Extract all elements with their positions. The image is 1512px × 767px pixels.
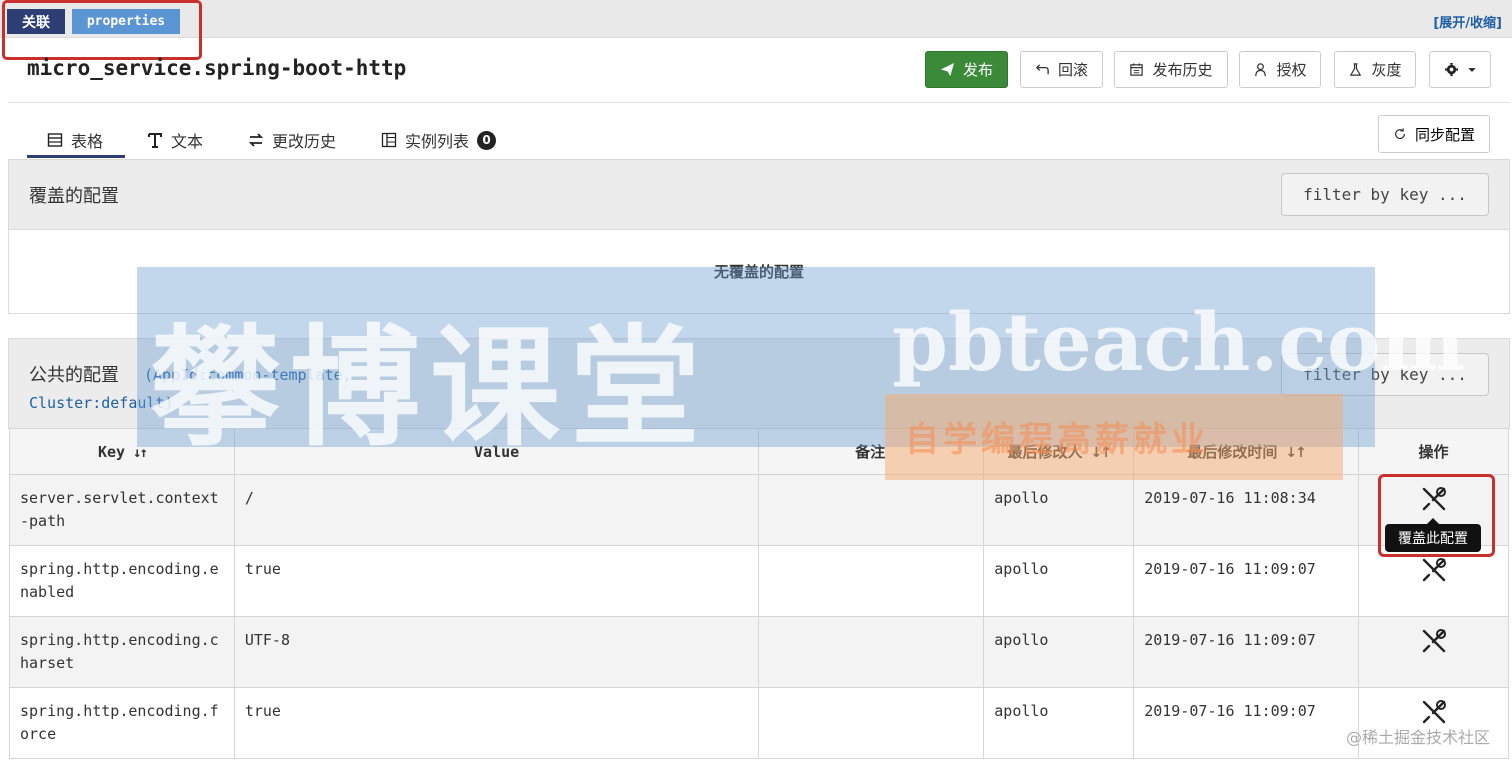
user-icon (1255, 63, 1267, 77)
tab-change-history[interactable]: 更改历史 (248, 128, 336, 152)
text-icon (148, 133, 162, 148)
cell-key: spring.http.encoding.charset (9, 616, 235, 688)
header-modify-time[interactable]: 最后修改时间 ↓↑ (1133, 428, 1360, 475)
table-row: spring.http.encoding.enabled true apollo… (9, 545, 1509, 617)
cell-comment (758, 545, 985, 617)
tab-instance-list[interactable]: 实例列表 0 (381, 128, 497, 152)
cell-key: server.servlet.context-path (9, 474, 235, 546)
public-panel-cluster: Cluster:default) (29, 394, 174, 412)
caret-down-icon (1467, 67, 1476, 72)
publish-history-button[interactable]: 发布历史 (1114, 51, 1228, 88)
sort-icon: ↓↑ (1090, 445, 1113, 461)
tab-text[interactable]: 文本 (147, 128, 203, 152)
settings-dropdown-button[interactable] (1429, 51, 1491, 88)
tab-change-history-label: 更改历史 (272, 132, 337, 151)
wrench-screwdriver-icon (1422, 700, 1446, 724)
cell-modifier: apollo (983, 687, 1135, 759)
table-header-row: Key ↓↑ Value 备注 最后修改人 ↓↑ 最后修改时间 ↓↑ 操作 (9, 428, 1509, 475)
header-modify-time-label: 最后修改时间 (1187, 443, 1278, 461)
override-panel-title: 覆盖的配置 (29, 186, 119, 207)
instance-list-icon (381, 132, 397, 148)
cell-time: 2019-07-16 11:09:07 (1133, 545, 1360, 617)
cell-comment (758, 474, 985, 546)
gear-icon (1444, 62, 1458, 77)
namespace-title: micro_service.spring-boot-http (27, 56, 407, 80)
publish-history-label: 发布历史 (1152, 62, 1213, 79)
header-divider (8, 102, 1510, 103)
cell-key: spring.http.encoding.enabled (9, 545, 235, 617)
rollback-label: 回滚 (1057, 62, 1088, 79)
gray-release-label: 灰度 (1371, 62, 1402, 79)
override-config-button[interactable] (1358, 545, 1509, 617)
public-filter-input[interactable]: filter by key ... (1281, 353, 1489, 396)
override-config-button[interactable] (1358, 616, 1509, 688)
table-icon (47, 133, 63, 147)
highlight-box-labels (2, 0, 202, 60)
override-tooltip: 覆盖此配置 (1385, 518, 1481, 552)
table-row: server.servlet.context-path / apollo 201… (9, 474, 1509, 546)
paper-plane-icon (940, 62, 955, 77)
exchange-icon (248, 133, 264, 147)
header-modifier-label: 最后修改人 (1007, 443, 1083, 461)
expand-collapse-link[interactable]: [展开/收缩] (1433, 12, 1502, 31)
publish-button[interactable]: 发布 (925, 51, 1008, 88)
instance-count-badge: 0 (477, 130, 497, 150)
public-panel-appid: (AppId:common-template, (144, 366, 352, 384)
rollback-icon (1035, 64, 1049, 75)
cell-comment (758, 687, 985, 759)
cell-key: spring.http.encoding.force (9, 687, 235, 759)
flask-icon (1350, 63, 1362, 76)
cell-time: 2019-07-16 11:09:07 (1133, 687, 1360, 759)
override-panel-body: 无覆盖的配置 (8, 230, 1510, 314)
cell-time: 2019-07-16 11:09:07 (1133, 616, 1360, 688)
sort-icon: ↓↑ (133, 444, 148, 461)
cell-modifier: apollo (983, 474, 1135, 546)
public-panel-header: 公共的配置 (AppId:common-template, Cluster:de… (8, 338, 1510, 429)
cell-time: 2019-07-16 11:08:34 (1133, 474, 1360, 546)
sync-config-button[interactable]: 同步配置 (1378, 115, 1490, 153)
tab-active-indicator (27, 155, 125, 158)
sync-config-label: 同步配置 (1414, 126, 1475, 144)
header-operation: 操作 (1358, 428, 1509, 475)
cell-value: UTF-8 (233, 616, 760, 688)
sort-icon: ↓↑ (1285, 445, 1307, 461)
tab-instance-list-label: 实例列表 (405, 132, 470, 151)
tab-table-label: 表格 (71, 132, 104, 151)
tab-text-label: 文本 (171, 132, 204, 151)
wrench-screwdriver-icon (1422, 629, 1446, 653)
authorize-button[interactable]: 授权 (1239, 51, 1321, 88)
header-value: Value (233, 428, 760, 475)
tab-table[interactable]: 表格 (47, 128, 103, 152)
table-row: spring.http.encoding.force true apollo 2… (9, 687, 1509, 759)
publish-label: 发布 (962, 62, 993, 79)
refresh-icon (1395, 128, 1405, 140)
gray-release-button[interactable]: 灰度 (1334, 51, 1416, 88)
cell-modifier: apollo (983, 616, 1135, 688)
cell-comment (758, 616, 985, 688)
public-panel-title: 公共的配置 (29, 365, 119, 386)
authorize-label: 授权 (1276, 62, 1307, 79)
public-config-table: Key ↓↑ Value 备注 最后修改人 ↓↑ 最后修改时间 ↓↑ 操作 serve… (9, 428, 1509, 759)
credit-text: @稀土掘金技术社区 (1345, 728, 1490, 747)
header-comment: 备注 (758, 428, 985, 475)
table-row: spring.http.encoding.charset UTF-8 apoll… (9, 616, 1509, 688)
header-modifier[interactable]: 最后修改人 ↓↑ (983, 428, 1135, 475)
rollback-button[interactable]: 回滚 (1020, 51, 1103, 88)
wrench-screwdriver-icon (1422, 558, 1446, 582)
cell-value: / (233, 474, 760, 546)
cell-value: true (233, 687, 760, 759)
cell-modifier: apollo (983, 545, 1135, 617)
namespace-topbar: 关联 properties [展开/收缩] (0, 0, 1512, 38)
calendar-icon (1130, 63, 1144, 76)
header-key[interactable]: Key ↓↑ (9, 428, 235, 475)
header-key-label: Key (97, 442, 126, 461)
cell-value: true (233, 545, 760, 617)
override-empty-text: 无覆盖的配置 (713, 263, 804, 281)
override-filter-input[interactable]: filter by key ... (1281, 173, 1489, 216)
wrench-screwdriver-icon (1422, 487, 1446, 511)
override-panel-header: 覆盖的配置 filter by key ... (8, 159, 1510, 230)
